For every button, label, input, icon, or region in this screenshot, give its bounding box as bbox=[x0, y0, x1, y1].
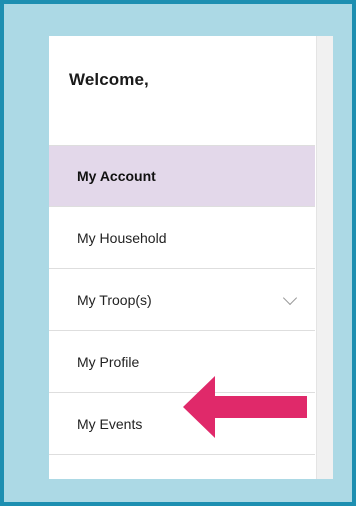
screenshot-frame: Welcome, My Account My Household My Troo… bbox=[0, 0, 356, 506]
sidebar-item-label: My Troop(s) bbox=[77, 291, 152, 308]
sidebar-item-label: My Profile bbox=[77, 353, 140, 370]
sidebar-item-label: My Household bbox=[77, 229, 167, 246]
arrow-shape bbox=[183, 376, 307, 438]
chevron-down-icon[interactable] bbox=[282, 290, 298, 305]
left-arrow-icon bbox=[183, 376, 307, 438]
sidebar-item-my-troops[interactable]: My Troop(s) bbox=[49, 269, 315, 331]
sidebar-item-my-account[interactable]: My Account bbox=[49, 145, 315, 207]
scrollbar[interactable] bbox=[316, 36, 333, 479]
sidebar-item-label: My Events bbox=[77, 415, 143, 432]
sidebar-item-my-household[interactable]: My Household bbox=[49, 207, 315, 269]
sidebar-item-label: My Account bbox=[77, 168, 156, 184]
welcome-heading: Welcome, bbox=[69, 70, 149, 89]
